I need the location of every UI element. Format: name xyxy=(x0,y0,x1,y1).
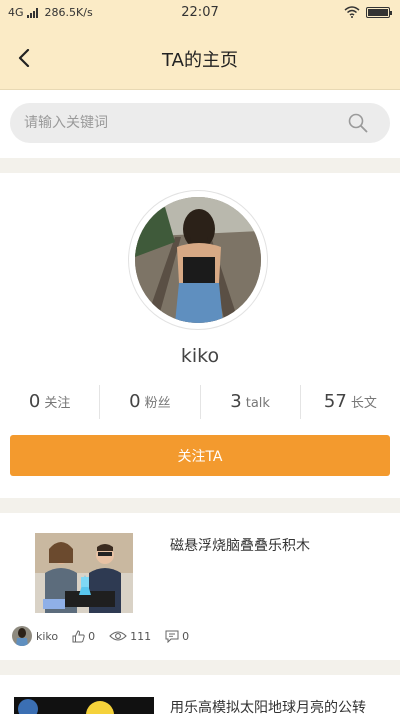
search-input[interactable] xyxy=(24,103,334,143)
battery-icon xyxy=(366,6,392,18)
eye-icon xyxy=(109,631,127,641)
follow-button[interactable]: 关注TA xyxy=(10,435,390,476)
search-section xyxy=(0,90,400,158)
nav-bar: TA的主页 xyxy=(0,26,400,90)
stat-label: 长文 xyxy=(350,396,377,411)
profile-stats: 0 关注 0 粉丝 3 talk 57 长文 xyxy=(0,385,400,419)
author-avatar[interactable] xyxy=(12,626,32,646)
stat-value: 0 xyxy=(28,391,41,412)
post-author[interactable]: kiko xyxy=(36,630,58,643)
profile-card: kiko 0 关注 0 粉丝 3 talk 57 长文 关注TA xyxy=(0,173,400,498)
post-views: 111 xyxy=(109,630,151,643)
post-image xyxy=(35,533,133,613)
stat-followers[interactable]: 0 粉丝 xyxy=(100,385,201,419)
stat-label: 关注 xyxy=(44,396,71,411)
stat-value: 3 xyxy=(230,391,242,412)
status-bar: 4G 286.5K/s 22:07 xyxy=(0,0,400,26)
post-card[interactable]: 用乐高模拟太阳地球月亮的公转 xyxy=(0,675,400,714)
comment-icon xyxy=(165,630,179,643)
stat-value: 0 xyxy=(129,391,141,412)
username: kiko xyxy=(180,345,220,367)
author-avatar-image xyxy=(12,626,32,646)
stat-following[interactable]: 0 关注 xyxy=(0,385,101,419)
stat-label: 粉丝 xyxy=(144,396,171,411)
avatar-photo xyxy=(135,197,261,323)
status-icons xyxy=(344,6,392,18)
stat-articles[interactable]: 57 长文 xyxy=(301,385,400,419)
post-likes[interactable]: 0 xyxy=(72,630,95,643)
search-bar xyxy=(10,103,390,143)
stat-talk[interactable]: 3 talk xyxy=(201,385,301,419)
wifi-icon xyxy=(344,6,360,18)
post-comments[interactable]: 0 xyxy=(165,630,189,643)
post-title[interactable]: 磁悬浮烧脑叠叠乐积木 xyxy=(170,535,310,555)
post-title[interactable]: 用乐高模拟太阳地球月亮的公转 xyxy=(170,697,366,714)
comments-count: 0 xyxy=(182,629,190,643)
post-thumbnail[interactable] xyxy=(14,697,154,714)
post-image xyxy=(14,697,154,714)
stat-value: 57 xyxy=(323,391,347,412)
search-icon[interactable] xyxy=(348,113,368,133)
post-card[interactable]: 磁悬浮烧脑叠叠乐积木 kiko 0 111 0 xyxy=(0,513,400,660)
thumbs-up-icon xyxy=(72,629,85,642)
stat-label: talk xyxy=(245,396,270,411)
post-thumbnail[interactable] xyxy=(35,533,133,613)
likes-count: 0 xyxy=(88,629,96,643)
status-time: 22:07 xyxy=(181,5,219,20)
avatar[interactable] xyxy=(128,190,268,330)
page-title: TA的主页 xyxy=(162,50,238,71)
views-count: 111 xyxy=(130,629,152,643)
post-meta: kiko 0 111 0 xyxy=(12,626,203,646)
